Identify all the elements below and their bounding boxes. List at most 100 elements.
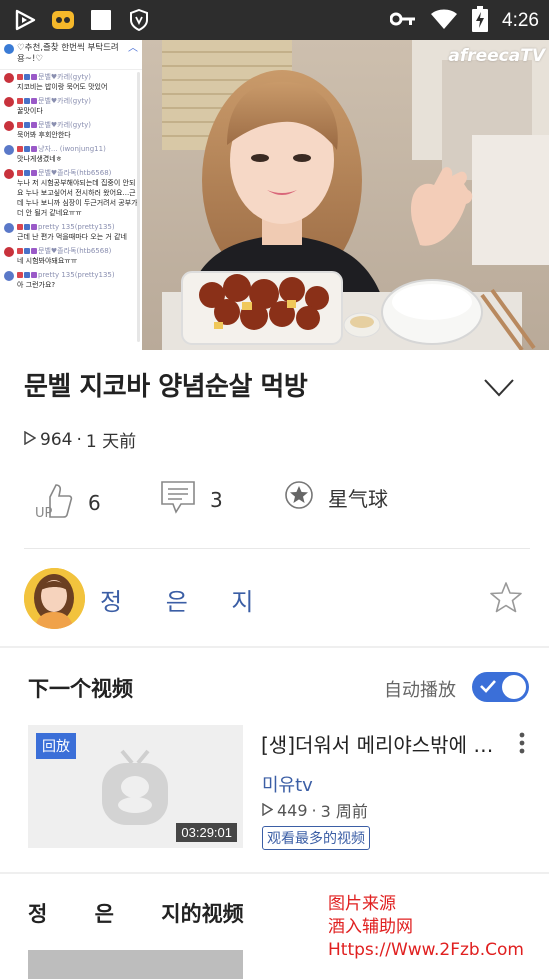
section-divider bbox=[0, 872, 549, 874]
chat-message: 문벨♥카레(gyty) 지코비는 밥이랑 묵어도 맛있어 bbox=[4, 72, 138, 92]
chat-badge-icon bbox=[31, 146, 37, 152]
video-title: 문벨 지코바 양념순살 먹방 bbox=[24, 372, 308, 402]
chat-nickname[interactable]: 문벨♥카레(gyty) bbox=[17, 96, 91, 106]
next-video-title[interactable]: [생]더워서 메리야스밖에 못입겠다 bbox=[261, 729, 501, 758]
video-meta: 964 · 1 天前 bbox=[24, 427, 136, 452]
chat-badge-icon bbox=[31, 170, 37, 176]
video-frame-image bbox=[142, 40, 549, 350]
chat-message: 문벨♥카레(gyty) 꿀맛이다 bbox=[4, 96, 138, 116]
chat-avatar-icon bbox=[4, 97, 14, 107]
upload-time: 1 天前 bbox=[85, 432, 137, 452]
chat-badge-icon bbox=[24, 224, 30, 230]
chat-badge-icon bbox=[31, 224, 37, 230]
chat-message-text: 맛나게생겼네ㅎ bbox=[17, 155, 63, 163]
chat-badge-icon bbox=[31, 248, 37, 254]
divider bbox=[24, 548, 530, 549]
chat-message: 문벨♥졸라독(htb6568) 누나 저 시험공부해야되는데 집중이 안되요 누나… bbox=[4, 168, 138, 218]
chat-app-icon bbox=[50, 7, 76, 33]
square-icon bbox=[88, 7, 114, 33]
chat-message: 문벨♥카레(gyty) 묵어봐 후회안한다 bbox=[4, 120, 138, 140]
channel-row[interactable]: 정 은 지 bbox=[0, 560, 549, 640]
chat-badge-icon bbox=[17, 224, 23, 230]
next-video-channel[interactable]: 미유tv bbox=[262, 771, 313, 797]
star-balloon-label: 星气球 bbox=[328, 487, 388, 511]
chat-badge-icon bbox=[24, 122, 30, 128]
comment-count: 3 bbox=[210, 487, 223, 512]
chat-notice-text: ♡추천,즐찾 한번씩 부탁드려용~!♡ bbox=[17, 43, 119, 64]
chat-message: 문벨♥졸라독(htb6568) 네 시험봐야돼요ㅠㅠ bbox=[4, 246, 138, 266]
chat-message-text: 근데 난 편가 먹을때마다 오는 거 같네 bbox=[17, 233, 127, 241]
like-count: 6 bbox=[88, 490, 101, 515]
next-video-time: 3 周前 bbox=[320, 802, 368, 821]
star-balloon-button[interactable]: 星气球 bbox=[284, 480, 388, 515]
toggle-knob bbox=[502, 675, 526, 699]
chat-nickname[interactable]: 냥자... (iwonjung11) bbox=[17, 144, 106, 154]
chat-nickname[interactable]: pretty 135(pretty135) bbox=[17, 270, 115, 280]
chat-badge-icon bbox=[31, 74, 37, 80]
video-player[interactable]: ♡추천,즐찾 한번씩 부탁드려용~!♡ ︿ 문벨♥카레(gyty) 지코비는 밥이… bbox=[0, 40, 549, 350]
meta-separator: · bbox=[76, 429, 82, 450]
chat-nickname[interactable]: 문벨♥졸라독(htb6568) bbox=[17, 168, 138, 178]
chat-badge-icon bbox=[24, 272, 30, 278]
chat-badge-icon bbox=[24, 74, 30, 80]
overlay-watermark: 图片来源 酒入辅助网 Https://Www.2Fzb.Com bbox=[328, 893, 524, 962]
chat-nickname[interactable]: pretty 135(pretty135) bbox=[17, 222, 127, 232]
chat-avatar-icon bbox=[4, 73, 14, 83]
chat-message-text: 누나 저 시험공부해야되는데 집중이 안되요 누나 보고싶어서 전시하러 왔어요… bbox=[17, 179, 138, 217]
watermark-line-3: Https://Www.2Fzb.Com bbox=[328, 940, 524, 960]
channel-videos-heading: 정 은 지的视频 bbox=[28, 898, 244, 928]
collapse-icon[interactable]: ︿ bbox=[128, 43, 138, 69]
chat-badge-icon bbox=[31, 98, 37, 104]
autoplay-label: 自动播放 bbox=[384, 680, 456, 701]
avatar[interactable] bbox=[24, 568, 85, 629]
afreecatv-placeholder-icon bbox=[102, 749, 168, 825]
chat-nickname[interactable]: 문벨♥카레(gyty) bbox=[17, 72, 107, 82]
chat-scrollbar[interactable] bbox=[137, 72, 140, 342]
chat-nickname-text: 냥자... (iwonjung11) bbox=[38, 145, 106, 153]
autoplay-toggle[interactable] bbox=[472, 672, 529, 702]
chat-badge-icon bbox=[24, 146, 30, 152]
channel-name[interactable]: 정 은 지 bbox=[100, 582, 272, 617]
video-frame bbox=[142, 40, 549, 350]
chat-nickname-text: pretty 135(pretty135) bbox=[38, 223, 115, 231]
chat-nickname[interactable]: 문벨♥카레(gyty) bbox=[17, 120, 91, 130]
chat-nickname[interactable]: 문벨♥졸라독(htb6568) bbox=[17, 246, 111, 256]
view-count: 964 bbox=[40, 429, 73, 450]
shield-icon bbox=[126, 7, 152, 33]
next-video-views: 449 bbox=[277, 800, 308, 820]
chat-notice: ♡추천,즐찾 한번씩 부탁드려용~!♡ ︿ bbox=[0, 40, 142, 70]
chat-nickname-text: pretty 135(pretty135) bbox=[38, 271, 115, 279]
chat-message-text: 지코비는 밥이랑 묵어도 맛있어 bbox=[17, 83, 108, 91]
more-options-icon[interactable] bbox=[515, 731, 529, 757]
section-divider bbox=[0, 646, 549, 648]
like-button[interactable]: UP 6 bbox=[34, 480, 101, 525]
comment-button[interactable]: 3 bbox=[160, 480, 223, 519]
chat-nickname-text: 문벨♥카레(gyty) bbox=[38, 73, 91, 81]
play-count-icon bbox=[262, 801, 274, 820]
next-video-thumbnail[interactable]: 回放 03:29:01 bbox=[28, 725, 243, 848]
chat-badge-icon bbox=[17, 248, 23, 254]
status-bar: 4:26 bbox=[0, 0, 549, 40]
chat-nickname-text: 문벨♥졸라독(htb6568) bbox=[38, 247, 112, 255]
channel-video-thumbnail[interactable] bbox=[28, 950, 243, 979]
clock: 4:26 bbox=[502, 10, 539, 31]
action-row: UP 6 3 星气球 bbox=[0, 470, 549, 530]
chat-badge-icon bbox=[17, 146, 23, 152]
chat-nickname-text: 문벨♥카레(gyty) bbox=[38, 97, 91, 105]
channel-videos-suffix: 지的视频 bbox=[161, 902, 244, 926]
chevron-down-icon[interactable] bbox=[484, 378, 514, 398]
chat-badge-icon bbox=[17, 98, 23, 104]
chat-badge-icon bbox=[17, 74, 23, 80]
check-icon bbox=[479, 678, 497, 698]
chat-badge-icon bbox=[17, 122, 23, 128]
play-count-icon bbox=[24, 430, 37, 450]
favorite-star-icon[interactable] bbox=[488, 580, 524, 616]
next-video-heading: 下一个视频 bbox=[28, 677, 133, 701]
chat-message-text: 네 시험봐야돼요ㅠㅠ bbox=[17, 257, 78, 265]
chat-badge-icon bbox=[24, 248, 30, 254]
chat-nickname-text: 문벨♥졸라독(htb6568) bbox=[38, 169, 112, 177]
next-video-meta: 449 · 3 周前 bbox=[262, 798, 368, 822]
chat-badge-icon bbox=[31, 122, 37, 128]
live-chat-panel: ♡추천,즐찾 한번씩 부탁드려용~!♡ ︿ 문벨♥카레(gyty) 지코비는 밥이… bbox=[0, 40, 142, 350]
chat-avatar-icon bbox=[4, 247, 14, 257]
